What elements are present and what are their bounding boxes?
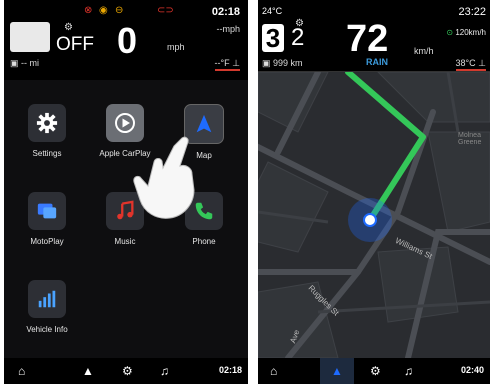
settings-tile[interactable] xyxy=(28,104,66,142)
secondary-gear: 2 xyxy=(291,24,305,51)
speed-limit: ⊙ 120km/h xyxy=(446,28,486,37)
gear-indicator: 3 xyxy=(262,24,284,52)
app-label: Phone xyxy=(192,237,216,246)
app-settings[interactable]: Settings xyxy=(17,104,77,158)
fuel-icon: ▣ xyxy=(262,58,271,68)
settings-icon[interactable]: ⚙ xyxy=(370,364,381,378)
clock: 23:22 xyxy=(458,6,486,18)
engine-temperature: 38°C ⊥ xyxy=(455,58,486,71)
temperature-value: --°F xyxy=(214,58,230,68)
hand-pointer-icon xyxy=(133,136,195,219)
speed-unit: mph xyxy=(167,42,185,52)
app-motoplay[interactable]: MotoPlay xyxy=(17,192,77,246)
right-navigation-screen: 24°C 23:22 3 ⚙ 2 72 km/h ⊙ 120km/h ▣ 999… xyxy=(258,0,490,384)
gear-indicator-box xyxy=(10,22,50,52)
speed-limit-icon: ⊙ xyxy=(446,28,454,37)
speed-unit: km/h xyxy=(414,46,434,56)
outside-temperature: 24°C xyxy=(262,6,283,16)
gear-status: OFF xyxy=(56,34,94,55)
app-label: Music xyxy=(114,237,136,246)
navigation-map[interactable] xyxy=(258,72,490,358)
left-dashboard-screen: ⊗ ◉ ⊖ ⊂⊃ ⚙ OFF 0 mph 02:18 --mph ▣ -- mi… xyxy=(4,0,248,384)
status-bar: ⊗ ◉ ⊖ ⊂⊃ ⚙ OFF 0 mph 02:18 --mph ▣ -- mi… xyxy=(4,0,248,80)
bottom-clock: 02:40 xyxy=(460,365,484,375)
fuel-icon: ▣ xyxy=(10,58,19,68)
thermometer-icon: ⊥ xyxy=(232,58,240,68)
app-vehicle-info[interactable]: Vehicle Info xyxy=(17,280,77,334)
secondary-speed: --mph xyxy=(216,24,240,34)
app-label: MotoPlay xyxy=(30,237,64,246)
speed-limit-value: 120km/h xyxy=(455,28,486,37)
bottom-nav-bar: ⌂ ▲ ⚙ ♫ 02:18 xyxy=(4,358,248,384)
odometer: ▣ 999 km xyxy=(262,58,303,69)
gear-icon: ⚙ xyxy=(64,22,73,33)
engine-warning-icon: ◉ xyxy=(99,5,108,16)
gear-icon xyxy=(36,112,58,134)
engine-temperature-value: 38°C xyxy=(455,58,476,68)
motoplay-icon xyxy=(37,203,57,219)
thermometer-icon: ⊥ xyxy=(478,58,486,68)
odometer-value: 999 km xyxy=(273,58,303,68)
home-icon[interactable]: ⌂ xyxy=(270,364,277,378)
area-label: Molnea Greene xyxy=(458,132,482,146)
temperature: --°F ⊥ xyxy=(214,58,240,71)
bar-chart-icon xyxy=(38,290,56,308)
battery-warning-icon: ⊂⊃ xyxy=(157,5,174,16)
settings-icon[interactable]: ⚙ xyxy=(122,364,133,378)
music-icon[interactable]: ♫ xyxy=(404,364,413,378)
bottom-clock: 02:18 xyxy=(218,365,242,375)
odometer: ▣ -- mi xyxy=(10,58,39,69)
vehicle-info-tile[interactable] xyxy=(28,280,66,318)
motoplay-tile[interactable] xyxy=(28,192,66,230)
odometer-value: -- mi xyxy=(21,58,40,68)
speed-readout: 0 xyxy=(117,20,138,61)
clock: 02:18 xyxy=(211,6,240,18)
music-icon[interactable]: ♫ xyxy=(160,364,169,378)
oil-warning-icon: ⊖ xyxy=(115,5,124,16)
navigation-icon[interactable]: ▲ xyxy=(82,364,94,378)
navigation-tab-active[interactable]: ▲ xyxy=(320,358,354,384)
warning-icon: ⊗ xyxy=(84,5,93,16)
navigation-icon: ▲ xyxy=(331,364,343,378)
app-label: Settings xyxy=(32,149,62,158)
bottom-nav-bar: ⌂ ▲ ⚙ ♫ 02:40 xyxy=(258,358,490,384)
status-bar: 24°C 23:22 3 ⚙ 2 72 km/h ⊙ 120km/h ▣ 999… xyxy=(258,0,490,72)
speed-readout: 72 xyxy=(346,18,389,60)
home-icon[interactable]: ⌂ xyxy=(18,364,25,378)
app-label: Vehicle Info xyxy=(26,325,68,334)
weather-status: RAIN xyxy=(366,57,388,67)
